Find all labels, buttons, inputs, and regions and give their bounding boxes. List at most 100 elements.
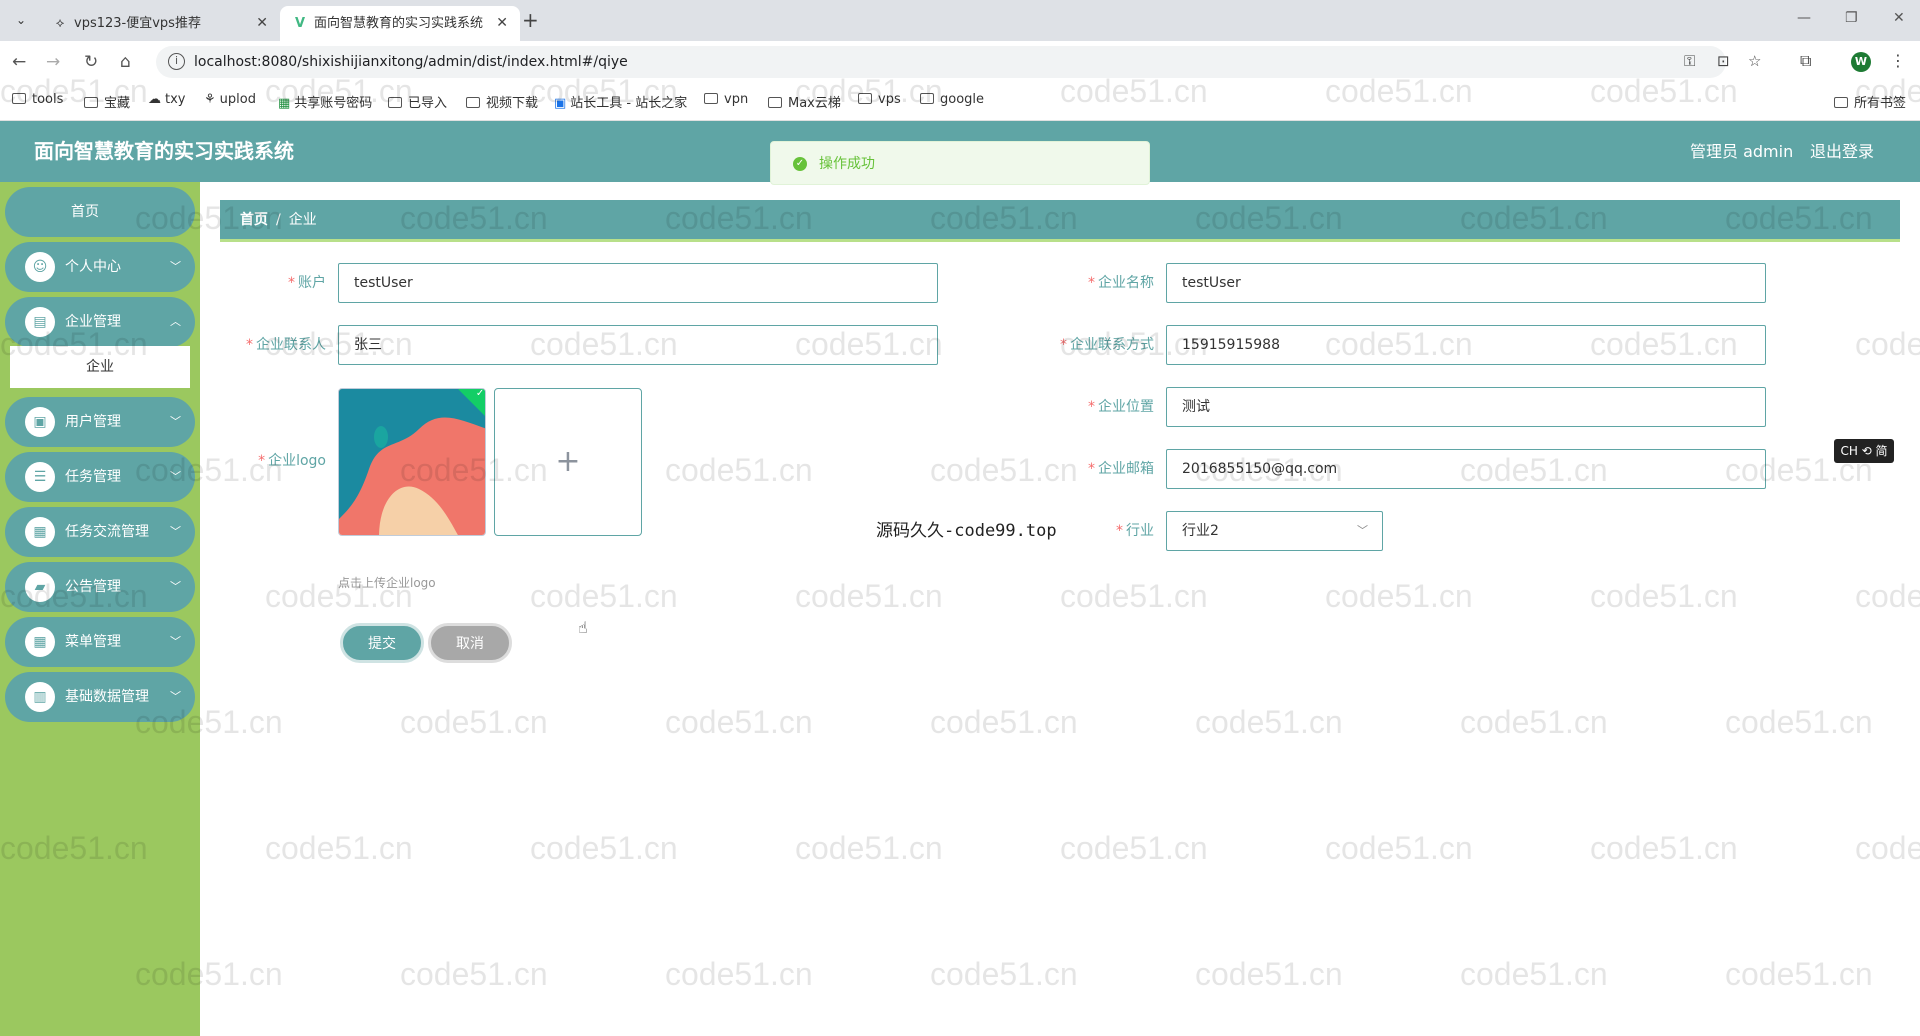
profile-avatar[interactable]: W [1851, 52, 1871, 72]
site-info-icon[interactable]: i [168, 53, 185, 70]
forward-icon[interactable]: → [46, 51, 60, 73]
sidebar-item-announcement[interactable]: ▰ 公告管理 ﹀ [5, 562, 195, 612]
screenshot-icon[interactable]: ⊡ [1717, 52, 1730, 70]
logo-upload-button[interactable]: + [494, 388, 642, 536]
chevron-down-icon: ﹀ [1357, 524, 1368, 537]
minimize-icon[interactable]: — [1797, 10, 1811, 26]
sidebar-item-personal-center[interactable]: ☺ 个人中心 ﹀ [5, 242, 195, 292]
watermark-text: code51.cn [400, 956, 548, 992]
folder-icon [858, 93, 872, 104]
bookmark-item[interactable]: google [920, 92, 984, 107]
watermark-text: code51.cn [795, 578, 943, 614]
sidebar-subitem-company[interactable]: 企业 [10, 346, 190, 388]
browser-tab[interactable]: ⟡ vps123-便宜vps推荐 ✕ [40, 6, 280, 41]
check-icon: ✓ [475, 388, 485, 399]
admin-label: 管理员 admin [1690, 142, 1794, 161]
app-title: 面向智慧教育的实习实践系统 [34, 139, 294, 163]
folder-icon [466, 97, 480, 108]
bookmark-item[interactable]: vps [858, 92, 901, 107]
url-bar[interactable]: i localhost:8080/shixishijianxitong/admi… [156, 46, 1761, 78]
bookmark-item[interactable]: ⚘ uplod [204, 92, 256, 107]
browser-tab-active[interactable]: V 面向智慧教育的实习实践系统 ✕ [280, 6, 520, 41]
watermark-text: code51.cn [1325, 830, 1473, 866]
bookmark-star-icon[interactable]: ☆ [1748, 52, 1761, 70]
breadcrumb-home[interactable]: 首页 [240, 212, 268, 228]
sidebar-item-menu-management[interactable]: ▦ 菜单管理 ﹀ [5, 617, 195, 667]
watermark-text: code51.cn [530, 578, 678, 614]
company-name-input[interactable]: testUser [1166, 263, 1766, 303]
bookmark-item[interactable]: ▣ 站长工具 - 站长之家 [554, 92, 687, 111]
back-icon[interactable]: ← [12, 51, 26, 73]
reload-icon[interactable]: ↻ [84, 51, 98, 73]
bookmark-item[interactable]: tools [12, 92, 63, 107]
sidebar-item-task-exchange[interactable]: ▦ 任务交流管理 ﹀ [5, 507, 195, 557]
submit-button[interactable]: 提交 [340, 623, 424, 663]
account-input[interactable]: testUser [338, 263, 938, 303]
location-label: * 企业位置 [1088, 399, 1154, 415]
sidebar-item-label: 菜单管理 [65, 634, 121, 650]
folder-icon [84, 97, 98, 108]
favicon-icon: ⟡ [55, 16, 65, 31]
sidebar-item-label: 任务管理 [65, 469, 121, 485]
contact-phone-input[interactable]: 15915915988 [1166, 325, 1766, 365]
industry-selected-value: 行业2 [1182, 523, 1219, 539]
watermark-text: code51.cn [1460, 956, 1608, 992]
new-tab-button[interactable]: + [522, 8, 539, 32]
sidebar-item-label: 基础数据管理 [65, 689, 149, 705]
bookmark-item[interactable]: Max云梯 [768, 92, 841, 111]
watermark-text: code51.cn [665, 704, 813, 740]
password-key-icon[interactable]: ⚿ [1684, 52, 1695, 70]
sidebar-item-task-management[interactable]: ☰ 任务管理 ﹀ [5, 452, 195, 502]
check-circle-icon: ✓ [793, 157, 807, 171]
restore-icon[interactable]: ❐ [1845, 10, 1858, 26]
bookmark-item[interactable]: ☁ txy [148, 92, 185, 107]
close-window-icon[interactable]: ✕ [1893, 10, 1905, 26]
close-tab-icon[interactable]: ✕ [496, 6, 508, 41]
watermark-text: code51.cn [1590, 830, 1738, 866]
watermark-text: code51.cn [1060, 830, 1208, 866]
industry-label: * 行业 [1116, 523, 1154, 539]
contact-phone-label: * 企业联系方式 [1060, 337, 1154, 353]
bookmark-item[interactable]: ▦ 共享账号密码 [278, 92, 372, 111]
logo-image-thumbnail[interactable]: ✓ [338, 388, 486, 536]
bookmark-item[interactable]: 已导入 [388, 92, 447, 111]
user-icon: ☺ [25, 252, 55, 282]
watermark-text: code51.cn [1060, 578, 1208, 614]
chevron-down-icon: ﹀ [170, 260, 181, 273]
bookmark-item[interactable]: 宝藏 [84, 92, 130, 111]
email-input[interactable]: 2016855150@qq.com [1166, 449, 1766, 489]
cancel-button[interactable]: 取消 [428, 623, 512, 663]
watermark-text: code51.cn [530, 830, 678, 866]
watermark-text: code51.cn [1590, 578, 1738, 614]
sidebar-item-label: 公告管理 [65, 579, 121, 595]
folder-icon [768, 97, 782, 108]
contact-input[interactable]: 张三 [338, 325, 938, 365]
extensions-icon[interactable]: ⧉ [1800, 51, 1811, 71]
more-menu-icon[interactable]: ⋮ [1890, 51, 1906, 70]
watermark-text: code51.cn [400, 704, 548, 740]
database-icon: ▥ [25, 682, 55, 712]
close-tab-icon[interactable]: ✕ [256, 6, 268, 41]
home-icon[interactable]: ⌂ [120, 51, 131, 73]
sidebar-item-home[interactable]: 首页 [5, 187, 195, 237]
watermark-text: code51.cn [1325, 578, 1473, 614]
chevron-down-icon: ﹀ [170, 635, 181, 648]
watermark-text: code51.cn [1195, 956, 1343, 992]
sidebar-item-label: 用户管理 [65, 414, 121, 430]
bookmarks-bar: tools 宝藏 ☁ txy ⚘ uplod ▦ 共享账号密码 已导入 视频下载 ▣ 站… [0, 83, 1920, 121]
sidebar-item-label: 首页 [71, 204, 99, 220]
industry-select[interactable]: 行业2 ﹀ [1166, 511, 1383, 551]
watermark-text: code51.cn [1855, 830, 1920, 866]
sidebar-item-user-management[interactable]: ▣ 用户管理 ﹀ [5, 397, 195, 447]
bookmark-item[interactable]: 视频下载 [466, 92, 538, 111]
tab-search-icon[interactable]: ⌄ [10, 9, 32, 31]
success-toast: ✓ 操作成功 [770, 141, 1150, 185]
all-bookmarks[interactable]: 所有书签 [1834, 92, 1906, 111]
location-input[interactable]: 测试 [1166, 387, 1766, 427]
sidebar-item-base-data[interactable]: ▥ 基础数据管理 ﹀ [5, 672, 195, 722]
sidebar-item-company-management[interactable]: ▤ 企业管理 ︿ [5, 297, 195, 347]
breadcrumb-separator: / [276, 212, 281, 228]
logout-link[interactable]: 退出登录 [1810, 121, 1874, 182]
bookmark-item[interactable]: vpn [704, 92, 748, 107]
share-icon: ⚘ [204, 92, 216, 107]
